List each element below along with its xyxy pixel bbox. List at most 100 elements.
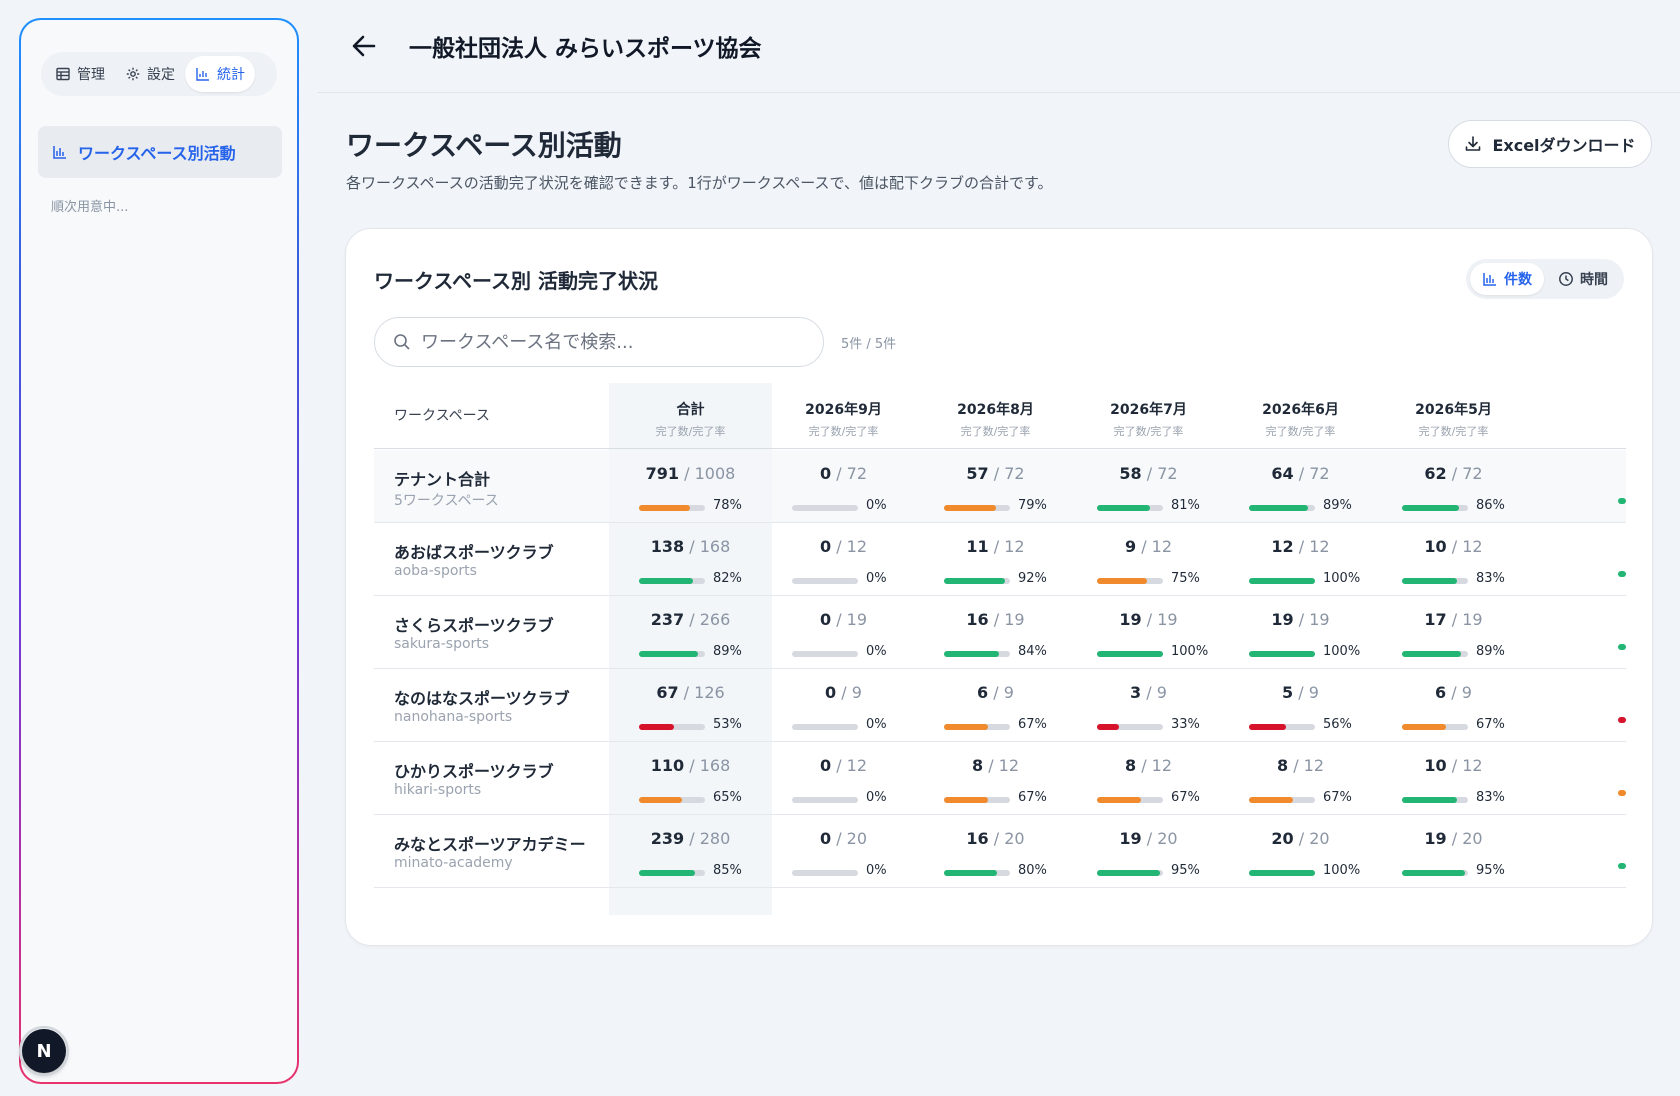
progress-fill — [1402, 797, 1457, 803]
table-row[interactable]: あおばスポーツクラブ aoba-sports 138 / 168 82% 0 / 12 0… — [374, 523, 1626, 596]
column-header-label: 2026年8月 — [957, 402, 1034, 418]
cell-value: 138 / 168 — [650, 537, 731, 556]
overflow-indicator — [1618, 717, 1626, 723]
progress-fill — [639, 651, 698, 657]
metric-cell: 10 / 12 83% — [1372, 537, 1535, 586]
total-count: 12 — [1462, 537, 1483, 556]
tenant-total-row[interactable]: テナント合計 5ワークスペース 791 / 1008 78% 0 / 72 0% 57 / … — [374, 450, 1626, 523]
toggle-time-label: 時間 — [1580, 272, 1608, 288]
cell-value: 110 / 168 — [650, 756, 731, 775]
table-icon — [56, 67, 70, 81]
completion-rate: 89% — [1476, 644, 1505, 659]
progress-bar: 0% — [792, 571, 902, 587]
progress-bar: 65% — [639, 790, 749, 806]
total-count: 12 — [1151, 756, 1173, 775]
progress-fill — [1249, 797, 1293, 803]
total-count: 9 — [1156, 683, 1167, 702]
completed-count: 0 — [819, 610, 832, 629]
progress-track — [1402, 797, 1468, 803]
progress-bar: 0% — [792, 717, 902, 733]
workspace-name: あおばスポーツクラブ — [394, 543, 554, 562]
cell-value: 57 / 72 — [966, 464, 1025, 483]
tab-manage[interactable]: 管理 — [45, 56, 115, 92]
column-header: 合計 完了数/完了率 — [609, 399, 772, 439]
progress-fill — [1402, 651, 1461, 657]
cell-value: 237 / 266 — [650, 610, 731, 629]
progress-bar: 100% — [1249, 644, 1360, 660]
progress-fill — [944, 797, 988, 803]
cell-value: 64 / 72 — [1271, 464, 1330, 483]
table-row[interactable]: みなとスポーツアカデミー minato-academy 239 / 280 85% 0 … — [374, 815, 1626, 888]
cell-value: 239 / 280 — [650, 829, 731, 848]
page-subtitle: 各ワークスペースの活動完了状況を確認できます。1行がワークスペースで、値は配下ク… — [346, 174, 1053, 192]
metric-cell: 239 / 280 85% — [609, 829, 772, 878]
completion-rate: 53% — [713, 717, 742, 732]
progress-bar: 33% — [1097, 717, 1207, 733]
completed-count: 11 — [966, 537, 989, 556]
table-row[interactable]: さくらスポーツクラブ sakura-sports 237 / 266 89% 0 / 1… — [374, 596, 1626, 669]
completion-rate: 80% — [1018, 863, 1047, 878]
excel-download-label: Excelダウンロード — [1492, 136, 1636, 155]
progress-track — [1249, 505, 1315, 511]
column-header-label: 2026年6月 — [1262, 402, 1339, 418]
progress-bar: 56% — [1249, 717, 1359, 733]
progress-track — [944, 724, 1010, 730]
progress-bar: 95% — [1097, 863, 1207, 879]
completed-count: 16 — [966, 829, 989, 848]
table-row[interactable]: なのはなスポーツクラブ nanohana-sports 67 / 126 53% 0 /… — [374, 669, 1626, 742]
excel-download-button[interactable]: Excelダウンロード — [1448, 120, 1652, 168]
progress-fill — [1249, 578, 1315, 584]
cell-value: 17 / 19 — [1424, 610, 1483, 629]
progress-track — [792, 651, 858, 657]
cell-value: 0 / 12 — [819, 537, 868, 556]
metric-cell: 8 / 12 67% — [1219, 756, 1382, 805]
progress-bar: 0% — [792, 790, 902, 806]
total-count: 9 — [1461, 683, 1472, 702]
table-row[interactable]: ひかりスポーツクラブ hikari-sports 110 / 168 65% 0 / 1… — [374, 742, 1626, 815]
completion-rate: 89% — [1323, 498, 1352, 513]
table-header: ワークスペース 合計 完了数/完了率 2026年9月 完了数/完了率 2026年8月 完了… — [374, 383, 1626, 449]
completed-count: 0 — [819, 756, 832, 775]
cell-value: 8 / 12 — [1276, 756, 1325, 775]
completed-count: 3 — [1130, 683, 1142, 702]
cell-value: 19 / 19 — [1271, 610, 1330, 629]
progress-bar: 100% — [1249, 571, 1360, 587]
progress-track — [944, 870, 1010, 876]
completion-rate: 65% — [713, 790, 742, 805]
metric-cell: 110 / 168 65% — [609, 756, 772, 805]
progress-track — [944, 505, 1010, 511]
sidebar-item-workspace-activity[interactable]: ワークスペース別活動 — [38, 126, 282, 178]
back-button[interactable] — [347, 29, 381, 63]
search-input[interactable] — [421, 331, 801, 353]
completed-count: 8 — [1276, 756, 1289, 775]
tab-settings[interactable]: 設定 — [115, 56, 185, 92]
completion-rate: 95% — [1171, 863, 1200, 878]
completed-count: 19 — [1424, 829, 1447, 848]
completion-rate: 100% — [1171, 644, 1209, 659]
cell-value: 58 / 72 — [1119, 464, 1178, 483]
avatar[interactable]: N — [19, 1026, 69, 1076]
toggle-time[interactable]: 時間 — [1546, 263, 1620, 295]
metric-cell: 12 / 12 100% — [1219, 537, 1382, 586]
progress-track — [1249, 651, 1315, 657]
toggle-count[interactable]: 件数 — [1470, 263, 1544, 295]
total-count: 1008 — [694, 464, 736, 483]
cell-value: 19 / 20 — [1424, 829, 1483, 848]
cell-value: 16 / 19 — [966, 610, 1025, 629]
tab-stats[interactable]: 統計 — [185, 56, 255, 92]
completed-count: 9 — [1124, 537, 1137, 556]
progress-bar: 83% — [1402, 790, 1512, 806]
metric-cell: 0 / 72 0% — [762, 464, 925, 513]
progress-track — [792, 505, 858, 511]
completion-rate: 0% — [866, 863, 887, 878]
page-title: ワークスペース別活動 — [346, 129, 622, 162]
progress-track — [639, 578, 705, 584]
completion-rate: 67% — [1018, 717, 1047, 732]
progress-bar: 80% — [944, 863, 1054, 879]
column-header-sub: 完了数/完了率 — [1113, 425, 1184, 438]
total-count: 72 — [1157, 464, 1178, 483]
progress-fill — [1249, 724, 1286, 730]
progress-track — [1097, 724, 1163, 730]
metric-cell: 57 / 72 79% — [914, 464, 1077, 513]
completed-count: 10 — [1424, 756, 1447, 775]
